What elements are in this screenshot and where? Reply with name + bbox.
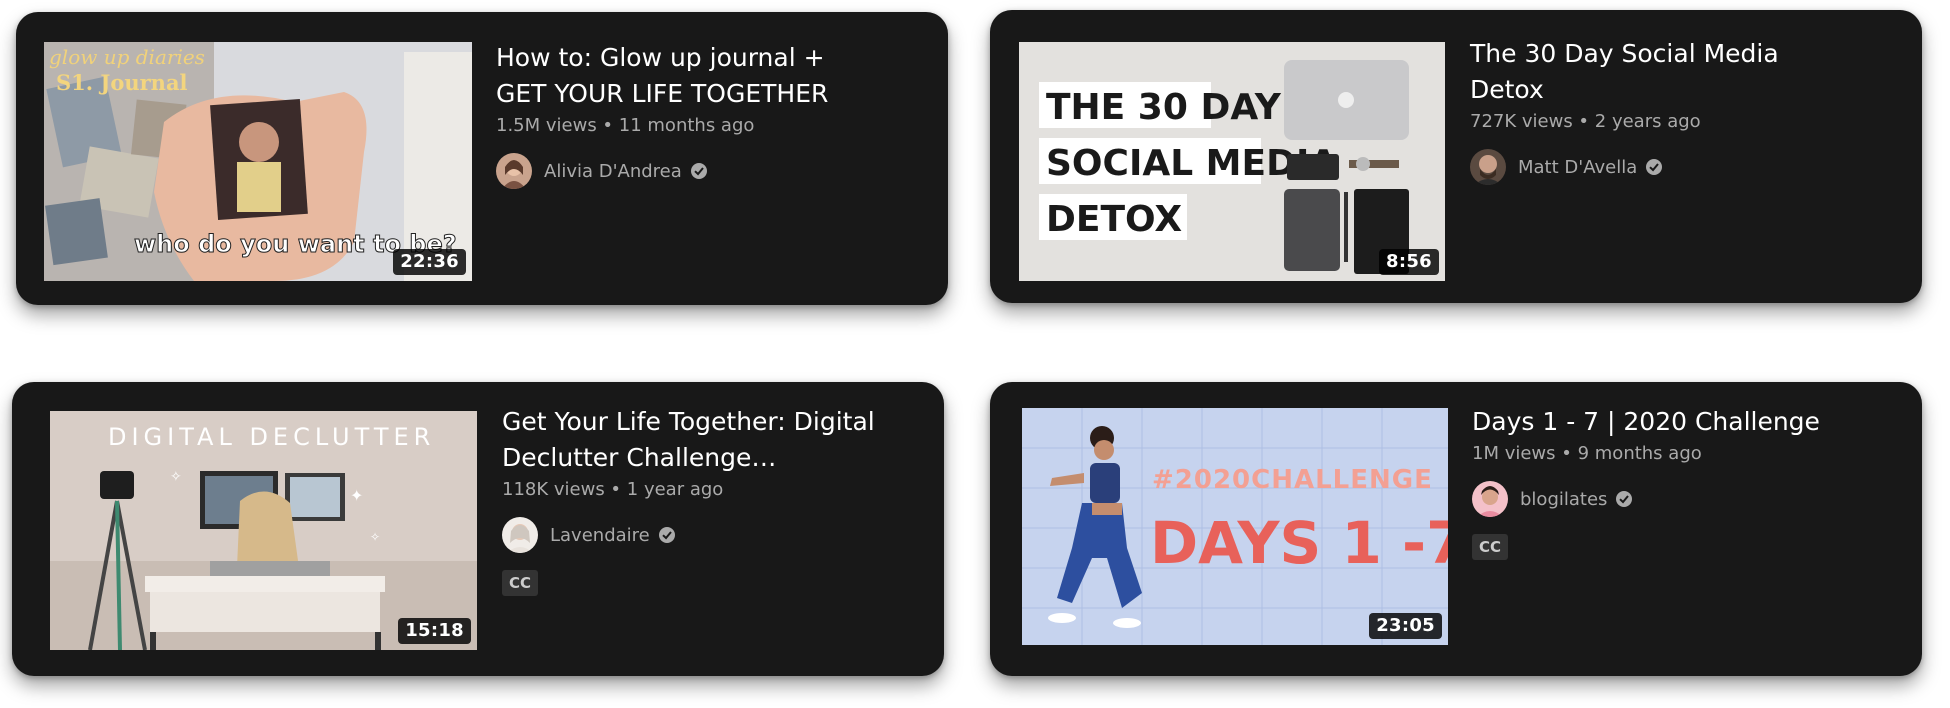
thumbnail-image: #2020CHALLENGE DAYS 1 -7 [1022,408,1448,645]
video-title[interactable]: Get Your Life Together: Digital Declutte… [502,404,882,476]
thumbnail-image: glow up diaries S1. Journal who do you w… [44,42,472,281]
thumbnail-image: THE 30 DAY SOCIAL MEDIA DETOX [1019,42,1445,281]
video-meta: 118K views • 1 year ago [502,479,724,500]
channel-avatar[interactable] [502,517,538,553]
channel-avatar[interactable] [496,153,532,189]
verified-check-icon [1615,490,1633,508]
duration-badge: 22:36 [393,249,466,275]
channel-row[interactable]: Lavendaire [502,516,882,554]
video-meta: 1M views • 9 months ago [1472,443,1702,464]
thumb-text-line1: THE 30 DAY [1046,87,1282,128]
video-meta: 727K views • 2 years ago [1470,111,1701,132]
svg-text:✧: ✧ [370,530,380,544]
video-thumbnail[interactable]: glow up diaries S1. Journal who do you w… [44,42,472,281]
channel-avatar[interactable] [1472,481,1508,517]
channel-avatar[interactable] [1470,149,1506,185]
thumb-text-script: glow up diaries [49,45,205,69]
video-thumbnail[interactable]: THE 30 DAY SOCIAL MEDIA DETOX 8:56 [1019,42,1445,281]
video-thumbnail[interactable]: DIGITAL DECLUTTER ✦ ✧ ✧ 15:18 [50,411,477,650]
verified-check-icon [690,162,708,180]
svg-text:✦: ✦ [350,488,363,505]
thumb-text-series: S1. Journal [56,70,188,95]
video-title[interactable]: How to: Glow up journal + GET YOUR LIFE … [496,40,856,112]
thumb-text-line3: DETOX [1046,199,1182,240]
thumb-text-days: DAYS 1 -7 [1150,509,1448,577]
channel-row[interactable]: Matt D'Avella [1470,148,1830,186]
thumbnail-image: DIGITAL DECLUTTER ✦ ✧ ✧ [50,411,477,650]
video-meta: 1.5M views • 11 months ago [496,115,755,136]
video-card-4[interactable]: #2020CHALLENGE DAYS 1 -7 23:05 Days 1 - … [990,382,1922,676]
video-card-2[interactable]: THE 30 DAY SOCIAL MEDIA DETOX 8:56 The 3… [990,10,1922,303]
cc-badge: CC [502,570,539,596]
channel-name[interactable]: blogilates [1520,489,1607,510]
channel-name[interactable]: Lavendaire [550,525,650,546]
channel-name[interactable]: Alivia D'Andrea [544,161,682,182]
channel-row[interactable]: Alivia D'Andrea [496,152,856,190]
channel-row[interactable]: blogilates [1472,480,1892,518]
video-title[interactable]: Days 1 - 7 | 2020 Challenge [1472,404,1892,440]
verified-check-icon [658,526,676,544]
video-thumbnail[interactable]: #2020CHALLENGE DAYS 1 -7 23:05 [1022,408,1448,645]
video-title[interactable]: The 30 Day Social Media Detox [1470,36,1830,108]
cc-badge: CC [1472,534,1509,560]
video-card-1[interactable]: glow up diaries S1. Journal who do you w… [16,12,948,305]
duration-badge: 15:18 [398,618,471,644]
svg-text:✧: ✧ [170,468,182,484]
thumb-text-hashtag: #2020CHALLENGE [1152,465,1433,495]
channel-name[interactable]: Matt D'Avella [1518,157,1637,178]
video-card-3[interactable]: DIGITAL DECLUTTER ✦ ✧ ✧ 15:18 Get Your L… [12,382,944,676]
thumb-text-title: DIGITAL DECLUTTER [108,423,435,451]
verified-check-icon [1645,158,1663,176]
duration-badge: 23:05 [1369,613,1442,639]
duration-badge: 8:56 [1379,249,1439,275]
